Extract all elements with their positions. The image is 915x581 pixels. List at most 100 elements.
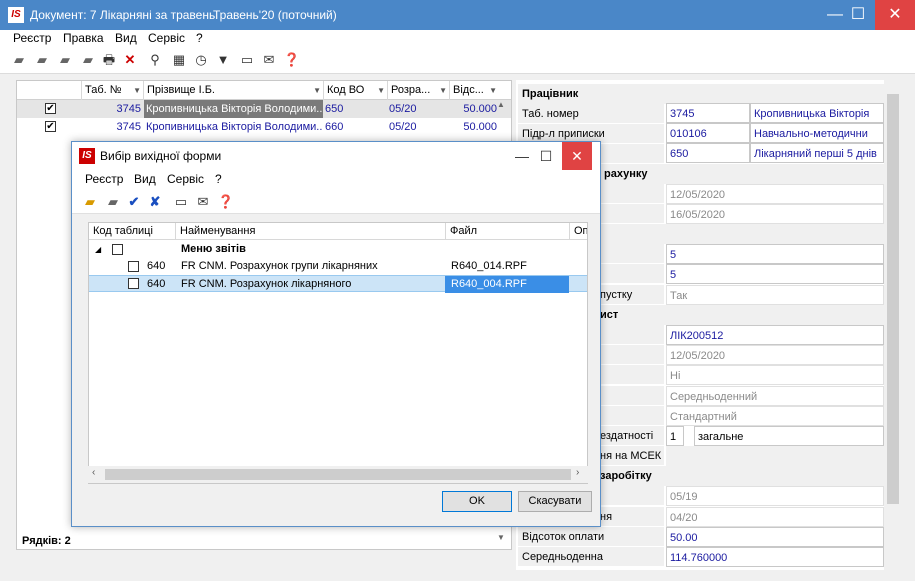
table-row[interactable]: ✔ 3745 Кропивницька Вікторія Володими...… (17, 100, 511, 118)
main-toolbar: ▰ ▰ ▰ ▰ 🖶 ✕ ⚲ ▦ ◷ ▼ ▭ ✉ ❓ (0, 46, 915, 74)
list-item[interactable]: 640 FR CNM. Розрахунок лікарняного R640_… (89, 275, 587, 293)
pct-field[interactable]: 50.00 (666, 527, 884, 547)
leave-field[interactable]: Так (666, 285, 884, 305)
print-icon[interactable]: 🖶 (100, 51, 118, 69)
cell-tab: 3745 (116, 121, 141, 133)
cell-period: 05/20 (389, 121, 417, 133)
list-date-field[interactable]: 12/05/2020 (666, 345, 884, 365)
tree-hscrollbar[interactable]: ‹ › (88, 466, 588, 483)
menu-service[interactable]: Сервіс (148, 31, 185, 45)
item-name: FR CNM. Розрахунок лікарняного (181, 278, 352, 290)
table-icon[interactable]: ▦ (170, 51, 188, 69)
col-options[interactable]: Оп (569, 223, 587, 240)
filter-icon[interactable]: ▼ (214, 51, 232, 69)
days1-field[interactable]: 5 (666, 244, 884, 264)
collapse-icon[interactable]: ◢ (95, 241, 101, 258)
menu-edit[interactable]: Правка (63, 31, 104, 45)
document-icon[interactable]: ▭ (238, 51, 256, 69)
dialog-title: Вибір вихідної форми (100, 149, 222, 163)
edit-icon[interactable]: ▰ (33, 51, 51, 69)
maximize-icon[interactable]: ☐ (838, 0, 878, 30)
help-icon[interactable]: ❓ (217, 193, 235, 211)
col-file[interactable]: Файл (445, 223, 569, 240)
disability-code-field[interactable]: 1 (666, 426, 684, 446)
move-icon[interactable]: ▰ (79, 51, 97, 69)
item-checkbox[interactable] (128, 278, 139, 289)
col-period[interactable]: Розра... ▼ (387, 81, 449, 100)
dept-code-field[interactable]: 010106 (666, 123, 750, 143)
grid-header: Таб. № ▼ Прізвище І.Б. ▼ Код ВО ▼ Розра... ▼… (17, 81, 511, 100)
tab-name-field[interactable]: Кропивницька Вікторія (750, 103, 884, 123)
disability-name-field[interactable]: загальне (694, 426, 884, 446)
menu-help[interactable]: ? (196, 31, 203, 45)
scroll-down-icon[interactable]: ▼ (497, 533, 509, 545)
col-code[interactable]: Код ВО ▼ (323, 81, 387, 100)
salary-to-field[interactable]: 04/20 (666, 507, 884, 527)
avg-field[interactable]: 114.760000 (666, 547, 884, 567)
row-checkbox[interactable]: ✔ (45, 121, 56, 132)
date1-field[interactable]: 12/05/2020 (666, 184, 884, 204)
cell-name: Кропивницька Вікторія Володими... (146, 121, 323, 133)
group-checkbox[interactable] (112, 244, 123, 255)
cancel-button[interactable]: Скасувати (518, 491, 592, 512)
hscroll-thumb[interactable] (105, 469, 571, 480)
code-name-field[interactable]: Лікарняний перші 5 днів (750, 143, 884, 163)
date2-field[interactable]: 16/05/2020 (666, 204, 884, 224)
document-icon[interactable]: ▭ (172, 193, 190, 211)
close-icon[interactable]: ✕ (875, 0, 915, 30)
col-name[interactable]: Прізвище І.Б. ▼ (143, 81, 323, 100)
col-tab-no[interactable]: Таб. № ▼ (81, 81, 143, 100)
msek-field[interactable] (666, 446, 884, 466)
uncheck-all-icon[interactable]: ✘ (146, 193, 164, 211)
copy-icon[interactable]: ▰ (56, 51, 74, 69)
dialog-menu-view[interactable]: Вид (134, 172, 156, 186)
scroll-right-icon[interactable]: › (576, 467, 579, 478)
menu-view[interactable]: Вид (115, 31, 137, 45)
ok-button[interactable]: OK (442, 491, 512, 512)
dialog-menu-registry[interactable]: Реєстр (85, 172, 123, 186)
dialog-menu-help[interactable]: ? (215, 172, 222, 186)
details-scrollbar[interactable] (884, 80, 902, 570)
mail-icon[interactable]: ✉ (194, 193, 212, 211)
cell-code: 650 (325, 103, 344, 115)
col-percent[interactable]: Відс... ▼ (449, 81, 499, 100)
tree-group-row[interactable]: ◢ Меню звітів (89, 241, 587, 258)
avg-type-field[interactable]: Середньоденний (666, 386, 884, 406)
tab-number-field[interactable]: 3745 (666, 103, 750, 123)
cell-code: 660 (325, 121, 344, 133)
row-checkbox[interactable]: ✔ (45, 103, 56, 114)
open-folder-icon[interactable]: ▰ (81, 193, 99, 211)
refresh-icon[interactable]: ◷ (192, 51, 210, 69)
standard-field[interactable]: Стандартний (666, 406, 884, 426)
dept-name-field[interactable]: Навчально-методични (750, 123, 884, 143)
col-name[interactable]: Найменування (175, 223, 445, 240)
dialog-close-icon[interactable]: ✕ (562, 142, 592, 170)
help-icon[interactable]: ❓ (283, 51, 301, 69)
list-item[interactable]: 640 FR CNM. Розрахунок групи лікарняних … (89, 258, 587, 275)
dialog-logo-icon: IS (79, 148, 95, 164)
delete-icon[interactable]: ✕ (121, 51, 139, 69)
search-icon[interactable]: ⚲ (146, 51, 164, 69)
salary-from-field[interactable]: 05/19 (666, 486, 884, 506)
cell-percent: 50.000 (463, 103, 497, 115)
dialog-menu-service[interactable]: Сервіс (167, 172, 204, 186)
table-row[interactable]: ✔ 3745 Кропивницька Вікторія Володими...… (17, 118, 511, 136)
flag-field[interactable]: Ні (666, 365, 884, 385)
list-number-field[interactable]: ЛІК200512 (666, 325, 884, 345)
check-all-icon[interactable]: ✔ (125, 193, 143, 211)
mail-icon[interactable]: ✉ (260, 51, 278, 69)
code-field[interactable]: 650 (666, 143, 750, 163)
col-table-code[interactable]: Код таблиці (89, 223, 175, 240)
scroll-thumb[interactable] (887, 94, 899, 504)
item-checkbox[interactable] (128, 261, 139, 272)
edit-form-icon[interactable]: ▰ (104, 193, 122, 211)
cell-name: Кропивницька Вікторія Володими... (144, 100, 323, 118)
menu-registry[interactable]: Реєстр (13, 31, 51, 45)
dialog-maximize-icon[interactable]: ☐ (532, 142, 560, 170)
scroll-up-icon[interactable]: ▲ (497, 100, 509, 112)
add-icon[interactable]: ▰ (10, 51, 28, 69)
cell-tab: 3745 (116, 103, 141, 115)
tab-label: Таб. номер (518, 104, 664, 124)
scroll-left-icon[interactable]: ‹ (92, 467, 95, 478)
days2-field[interactable]: 5 (666, 264, 884, 284)
